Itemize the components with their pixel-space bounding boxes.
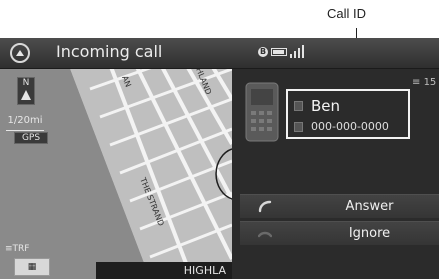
page-title: Incoming call — [56, 42, 163, 61]
traffic-label: ≡TRF — [5, 244, 30, 254]
phone-icon — [245, 82, 279, 142]
map-scale[interactable]: 1/20mi — [6, 112, 44, 131]
traffic-label-text: TRF — [12, 244, 30, 254]
contact-icon — [294, 101, 303, 111]
traffic-button[interactable]: ▦ — [14, 258, 50, 276]
phone-number-icon — [294, 121, 303, 132]
caller-number: 000-000-0000 — [311, 120, 389, 133]
north-arrow-icon — [21, 90, 31, 100]
header-bar: Incoming call B — [0, 38, 439, 69]
ignore-button[interactable]: Ignore — [240, 221, 439, 245]
caller-id-box: Ben 000-000-0000 — [286, 89, 410, 139]
answer-button[interactable]: Answer — [240, 194, 439, 218]
answer-phone-icon — [258, 200, 272, 213]
caller-name: Ben — [311, 97, 341, 115]
caller-name-row: Ben — [294, 97, 340, 115]
caller-number-row: 000-000-0000 — [294, 120, 389, 133]
ignore-phone-icon — [258, 231, 272, 238]
navigation-screen: Incoming call B THE STRAND HLAND AN N 1/… — [0, 38, 439, 279]
signal-value: 15 — [423, 77, 437, 88]
ignore-label: Ignore — [348, 226, 391, 241]
compass-letter: N — [22, 78, 30, 88]
compass-icon[interactable]: N — [17, 77, 35, 105]
answer-label: Answer — [345, 199, 394, 214]
map-view[interactable]: THE STRAND HLAND AN N 1/20mi GPS ≡TRF ▦ … — [0, 69, 232, 279]
call-id-callout: Call ID — [327, 6, 367, 21]
gps-badge: GPS — [14, 132, 48, 144]
call-panel: ≡ 15 Ben 000-000-0000 Answer Ignore — [232, 69, 439, 279]
signal-strength: ≡ 15 — [412, 77, 437, 88]
battery-icon — [271, 48, 287, 56]
home-icon[interactable] — [10, 43, 30, 63]
bluetooth-icon: B — [258, 47, 268, 57]
current-street-label: HIGHLA — [96, 262, 232, 279]
signal-icon — [290, 45, 304, 58]
